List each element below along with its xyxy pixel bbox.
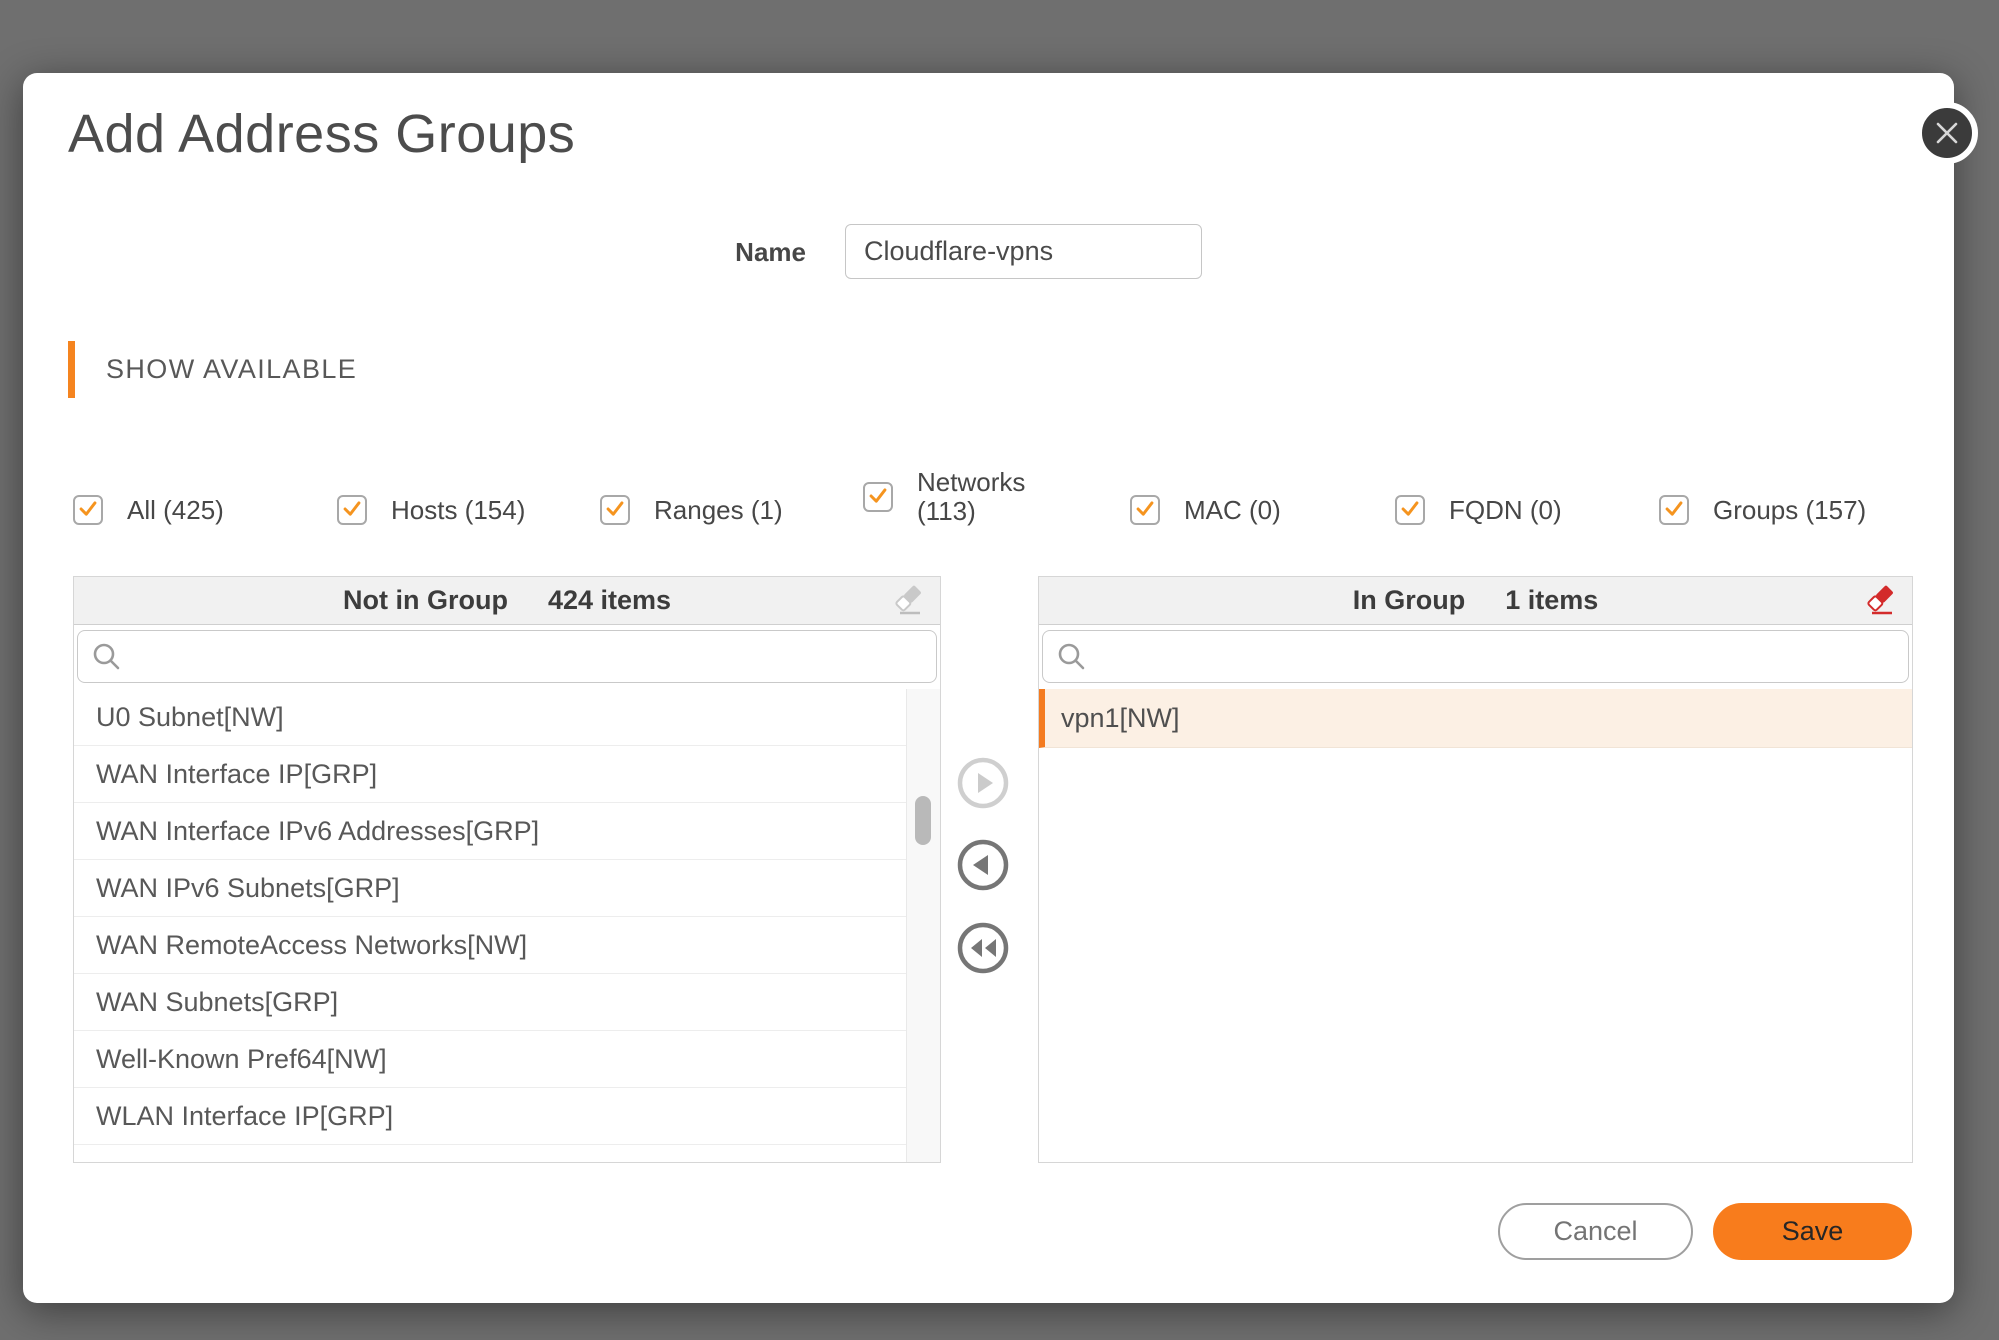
in-group-list: vpn1[NW] [1039,689,1912,1162]
checkbox-checked-icon[interactable] [337,495,367,525]
filter-label: MAC (0) [1184,495,1281,526]
in-group-header: In Group 1 items [1039,577,1912,625]
panel-count: 424 items [548,585,671,616]
remove-all-from-group-button[interactable] [956,921,1010,975]
name-label: Name [623,235,806,269]
remove-from-group-button[interactable] [956,838,1010,892]
clear-not-in-group-button[interactable] [892,583,926,619]
panel-title: In Group [1353,585,1465,616]
checkbox-checked-icon[interactable] [73,495,103,525]
not-in-group-header: Not in Group 424 items [74,577,940,625]
list-item-label: U0 Subnet[NW] [96,702,284,733]
filter-label: Groups (157) [1713,495,1866,526]
eraser-icon [1865,583,1897,617]
list-item[interactable]: Well-Known Pref64[NW] [74,1031,907,1088]
search-icon [1055,640,1089,674]
scrollbar-thumb[interactable] [915,796,931,845]
list-item-label: vpn1[NW] [1061,703,1180,734]
arrow-right-circle-icon [956,756,1010,810]
in-group-panel: In Group 1 items [1038,576,1913,1163]
panel-count: 1 items [1505,585,1598,616]
list-item-label: WAN RemoteAccess Networks[NW] [96,930,527,961]
list-item[interactable]: WAN Interface IPv6 Addresses[GRP] [74,803,907,860]
filter-checkbox-item[interactable]: FQDN (0) [1395,493,1562,527]
move-to-group-button[interactable] [956,756,1010,810]
close-button[interactable] [1916,102,1978,164]
checkbox-checked-icon[interactable] [863,482,893,512]
list-item-label: WAN Interface IPv6 Addresses[GRP] [96,816,539,847]
list-item[interactable]: WAN Interface IP[GRP] [74,746,907,803]
list-item[interactable]: U0 Subnet[NW] [74,689,907,746]
list-item[interactable]: WAN RemoteAccess Networks[NW] [74,917,907,974]
list-item[interactable]: WAN Subnets[GRP] [74,974,907,1031]
section-accent-bar [68,341,75,398]
section-title: SHOW AVAILABLE [106,354,357,385]
arrow-left-circle-icon [956,838,1010,892]
checkbox-checked-icon[interactable] [1395,495,1425,525]
filter-label: Hosts (154) [391,495,525,526]
list-item-label: WLAN Interface IP[GRP] [96,1101,393,1132]
filter-checkbox-item[interactable]: All (425) [73,493,224,527]
checkbox-checked-icon[interactable] [1659,495,1689,525]
in-group-search [1042,630,1909,683]
add-address-groups-dialog: Add Address Groups Name SHOW AVAILABLE A… [23,73,1954,1303]
list-item[interactable]: WAN IPv6 Subnets[GRP] [74,860,907,917]
name-input[interactable] [845,224,1202,279]
in-group-search-input[interactable] [1095,631,1902,684]
list-item-label: WAN Interface IP[GRP] [96,759,377,790]
list-item[interactable]: WLAN Interface IP[GRP] [74,1088,907,1145]
list-item-label: WAN IPv6 Subnets[GRP] [96,873,400,904]
filter-checkbox-item[interactable]: Groups (157) [1659,493,1866,527]
filter-label: Ranges (1) [654,495,783,526]
save-button[interactable]: Save [1713,1203,1912,1260]
dialog-title: Add Address Groups [68,103,575,165]
not-in-group-search [77,630,937,683]
filter-checkbox-item[interactable]: MAC (0) [1130,493,1281,527]
filter-checkbox-item[interactable]: Ranges (1) [600,493,783,527]
double-arrow-left-circle-icon [956,921,1010,975]
close-icon [1925,111,1969,155]
eraser-icon [893,583,925,617]
cancel-button[interactable]: Cancel [1498,1203,1693,1260]
scrollbar-track[interactable] [906,689,940,1162]
list-item-label: WAN Subnets[GRP] [96,987,338,1018]
filter-label: Networks (113) [917,468,1057,526]
checkbox-checked-icon[interactable] [600,495,630,525]
filter-checkbox-item[interactable]: Networks (113) [863,465,1057,529]
filter-label: All (425) [127,495,224,526]
not-in-group-search-input[interactable] [130,631,930,684]
clear-in-group-button[interactable] [1864,583,1898,619]
panel-title: Not in Group [343,585,508,616]
filter-label: FQDN (0) [1449,495,1562,526]
checkbox-checked-icon[interactable] [1130,495,1160,525]
modal-overlay: Add Address Groups Name SHOW AVAILABLE A… [0,0,1999,1340]
list-item-label: Well-Known Pref64[NW] [96,1044,387,1075]
not-in-group-panel: Not in Group 424 items [73,576,941,1163]
not-in-group-list: U0 Subnet[NW] WAN Interface IP[GRP] WAN … [74,689,907,1162]
list-item[interactable]: vpn1[NW] [1039,689,1912,748]
search-icon [90,640,124,674]
filter-checkbox-item[interactable]: Hosts (154) [337,493,525,527]
